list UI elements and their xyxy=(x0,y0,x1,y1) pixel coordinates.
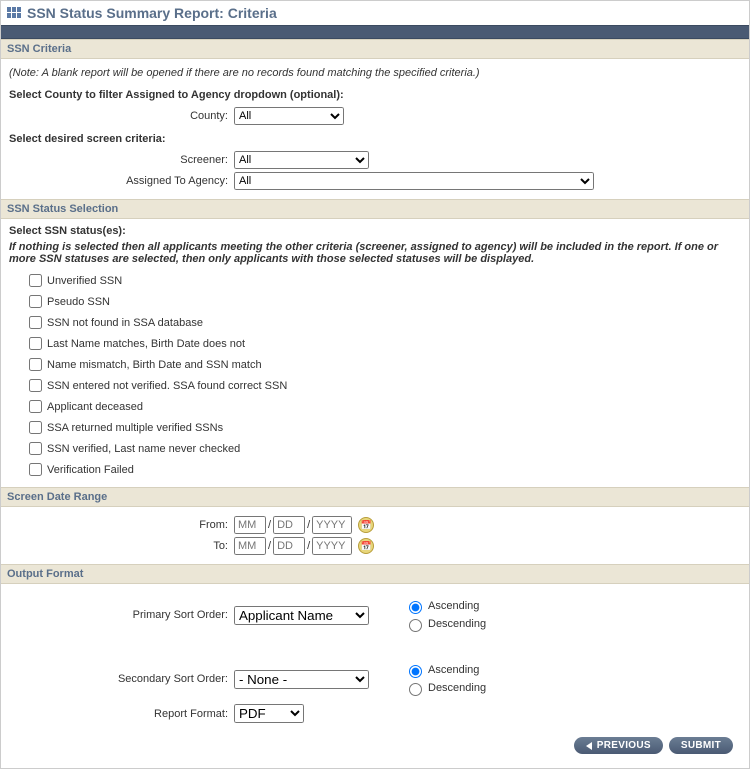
page-title: SSN Status Summary Report: Criteria xyxy=(27,5,277,21)
date-to-row: To: / / 📅 xyxy=(9,537,741,555)
select-ssn-status-label: Select SSN status(es): xyxy=(9,225,126,237)
ssn-status-checkbox[interactable] xyxy=(29,295,42,308)
report-icon xyxy=(7,7,23,19)
ssn-status-checkbox[interactable] xyxy=(29,400,42,413)
screen-criteria-heading: Select desired screen criteria: xyxy=(9,133,741,145)
secondary-desc-radio[interactable] xyxy=(409,683,422,696)
date-sep: / xyxy=(307,540,310,552)
ssn-status-option: Unverified SSN xyxy=(25,271,741,290)
primary-desc-option[interactable]: Descending xyxy=(404,616,604,632)
from-month-input[interactable] xyxy=(234,516,266,534)
county-row: County: All xyxy=(9,107,741,125)
ssn-status-checkbox[interactable] xyxy=(29,421,42,434)
ssn-status-option: Verification Failed xyxy=(25,460,741,479)
primary-sort-direction: Ascending Descending xyxy=(404,596,604,634)
secondary-asc-radio[interactable] xyxy=(409,665,422,678)
secondary-sort-select[interactable]: - None - xyxy=(234,670,369,689)
previous-button[interactable]: PREVIOUS xyxy=(574,737,663,754)
ssn-status-option: SSA returned multiple verified SSNs xyxy=(25,418,741,437)
output-grid: Primary Sort Order: Applicant Name Ascen… xyxy=(9,590,741,729)
date-from-label: From: xyxy=(9,519,234,531)
from-day-input[interactable] xyxy=(273,516,305,534)
date-from-row: From: / / 📅 xyxy=(9,516,741,534)
ssn-status-option: Pseudo SSN xyxy=(25,292,741,311)
assigned-agency-label: Assigned To Agency: xyxy=(9,175,234,187)
section-header-output: Output Format xyxy=(1,564,749,584)
to-year-input[interactable] xyxy=(312,537,352,555)
primary-asc-option[interactable]: Ascending xyxy=(404,598,604,614)
report-format-label: Report Format: xyxy=(9,708,234,720)
section-header-date-range: Screen Date Range xyxy=(1,487,749,507)
report-format-select[interactable]: PDF xyxy=(234,704,304,723)
primary-asc-radio[interactable] xyxy=(409,601,422,614)
ssn-status-label: SSN entered not verified. SSA found corr… xyxy=(47,380,287,392)
county-label: County: xyxy=(9,110,234,122)
to-month-input[interactable] xyxy=(234,537,266,555)
date-sep: / xyxy=(268,540,271,552)
ssn-status-checkbox[interactable] xyxy=(29,379,42,392)
submit-button[interactable]: SUBMIT xyxy=(669,737,733,754)
ssn-status-checkbox[interactable] xyxy=(29,337,42,350)
ssn-status-checkbox[interactable] xyxy=(29,316,42,329)
ssn-status-checkbox-list: Unverified SSN Pseudo SSN SSN not found in… xyxy=(9,271,741,479)
section-header-ssn-criteria: SSN Criteria xyxy=(1,39,749,59)
section-body-output: Primary Sort Order: Applicant Name Ascen… xyxy=(1,584,749,768)
chevron-left-icon xyxy=(586,742,592,750)
primary-sort-select[interactable]: Applicant Name xyxy=(234,606,369,625)
ssn-status-option: Applicant deceased xyxy=(25,397,741,416)
ssn-status-label: Last Name matches, Birth Date does not xyxy=(47,338,245,350)
from-year-input[interactable] xyxy=(312,516,352,534)
county-select[interactable]: All xyxy=(234,107,344,125)
ssn-status-option: SSN entered not verified. SSA found corr… xyxy=(25,376,741,395)
ssn-status-checkbox[interactable] xyxy=(29,442,42,455)
date-to-label: To: xyxy=(9,540,234,552)
ssn-status-label: Unverified SSN xyxy=(47,275,122,287)
date-sep: / xyxy=(307,519,310,531)
county-filter-heading: Select County to filter Assigned to Agen… xyxy=(9,89,741,101)
section-header-ssn-status: SSN Status Selection xyxy=(1,199,749,219)
ssn-status-option: SSN not found in SSA database xyxy=(25,313,741,332)
primary-sort-label: Primary Sort Order: xyxy=(9,609,234,621)
secondary-desc-option[interactable]: Descending xyxy=(404,680,604,696)
header-divider-bar xyxy=(1,25,749,39)
ssn-status-checkbox[interactable] xyxy=(29,463,42,476)
ssn-status-option: Last Name matches, Birth Date does not xyxy=(25,334,741,353)
screener-select[interactable]: All xyxy=(234,151,369,169)
screener-row: Screener: All xyxy=(9,151,741,169)
section-body-ssn-status: Select SSN status(es): If nothing is sel… xyxy=(1,219,749,487)
date-sep: / xyxy=(268,519,271,531)
button-bar: PREVIOUS SUBMIT xyxy=(9,729,741,762)
ssn-status-label: Verification Failed xyxy=(47,464,134,476)
ssn-status-checkbox[interactable] xyxy=(29,274,42,287)
section-body-date-range: From: / / 📅 To: / / 📅 xyxy=(1,507,749,564)
calendar-icon[interactable]: 📅 xyxy=(358,517,374,533)
primary-desc-radio[interactable] xyxy=(409,619,422,632)
secondary-asc-option[interactable]: Ascending xyxy=(404,662,604,678)
to-day-input[interactable] xyxy=(273,537,305,555)
blank-report-note: (Note: A blank report will be opened if … xyxy=(9,67,741,79)
report-criteria-panel: SSN Status Summary Report: Criteria SSN … xyxy=(0,0,750,769)
ssn-status-label: SSN verified, Last name never checked xyxy=(47,443,240,455)
secondary-sort-direction: Ascending Descending xyxy=(404,660,604,698)
ssn-status-option: SSN verified, Last name never checked xyxy=(25,439,741,458)
title-bar: SSN Status Summary Report: Criteria xyxy=(1,1,749,25)
ssn-status-label: SSA returned multiple verified SSNs xyxy=(47,422,223,434)
ssn-status-option: Name mismatch, Birth Date and SSN match xyxy=(25,355,741,374)
assigned-agency-select[interactable]: All xyxy=(234,172,594,190)
section-body-ssn-criteria: (Note: A blank report will be opened if … xyxy=(1,59,749,199)
screener-label: Screener: xyxy=(9,154,234,166)
ssn-status-hint: If nothing is selected then all applican… xyxy=(9,241,741,265)
ssn-status-label: Applicant deceased xyxy=(47,401,143,413)
assigned-agency-row: Assigned To Agency: All xyxy=(9,172,741,190)
calendar-icon[interactable]: 📅 xyxy=(358,538,374,554)
secondary-sort-label: Secondary Sort Order: xyxy=(9,673,234,685)
ssn-status-label: SSN not found in SSA database xyxy=(47,317,203,329)
ssn-status-label: Name mismatch, Birth Date and SSN match xyxy=(47,359,262,371)
ssn-status-checkbox[interactable] xyxy=(29,358,42,371)
ssn-status-label: Pseudo SSN xyxy=(47,296,110,308)
